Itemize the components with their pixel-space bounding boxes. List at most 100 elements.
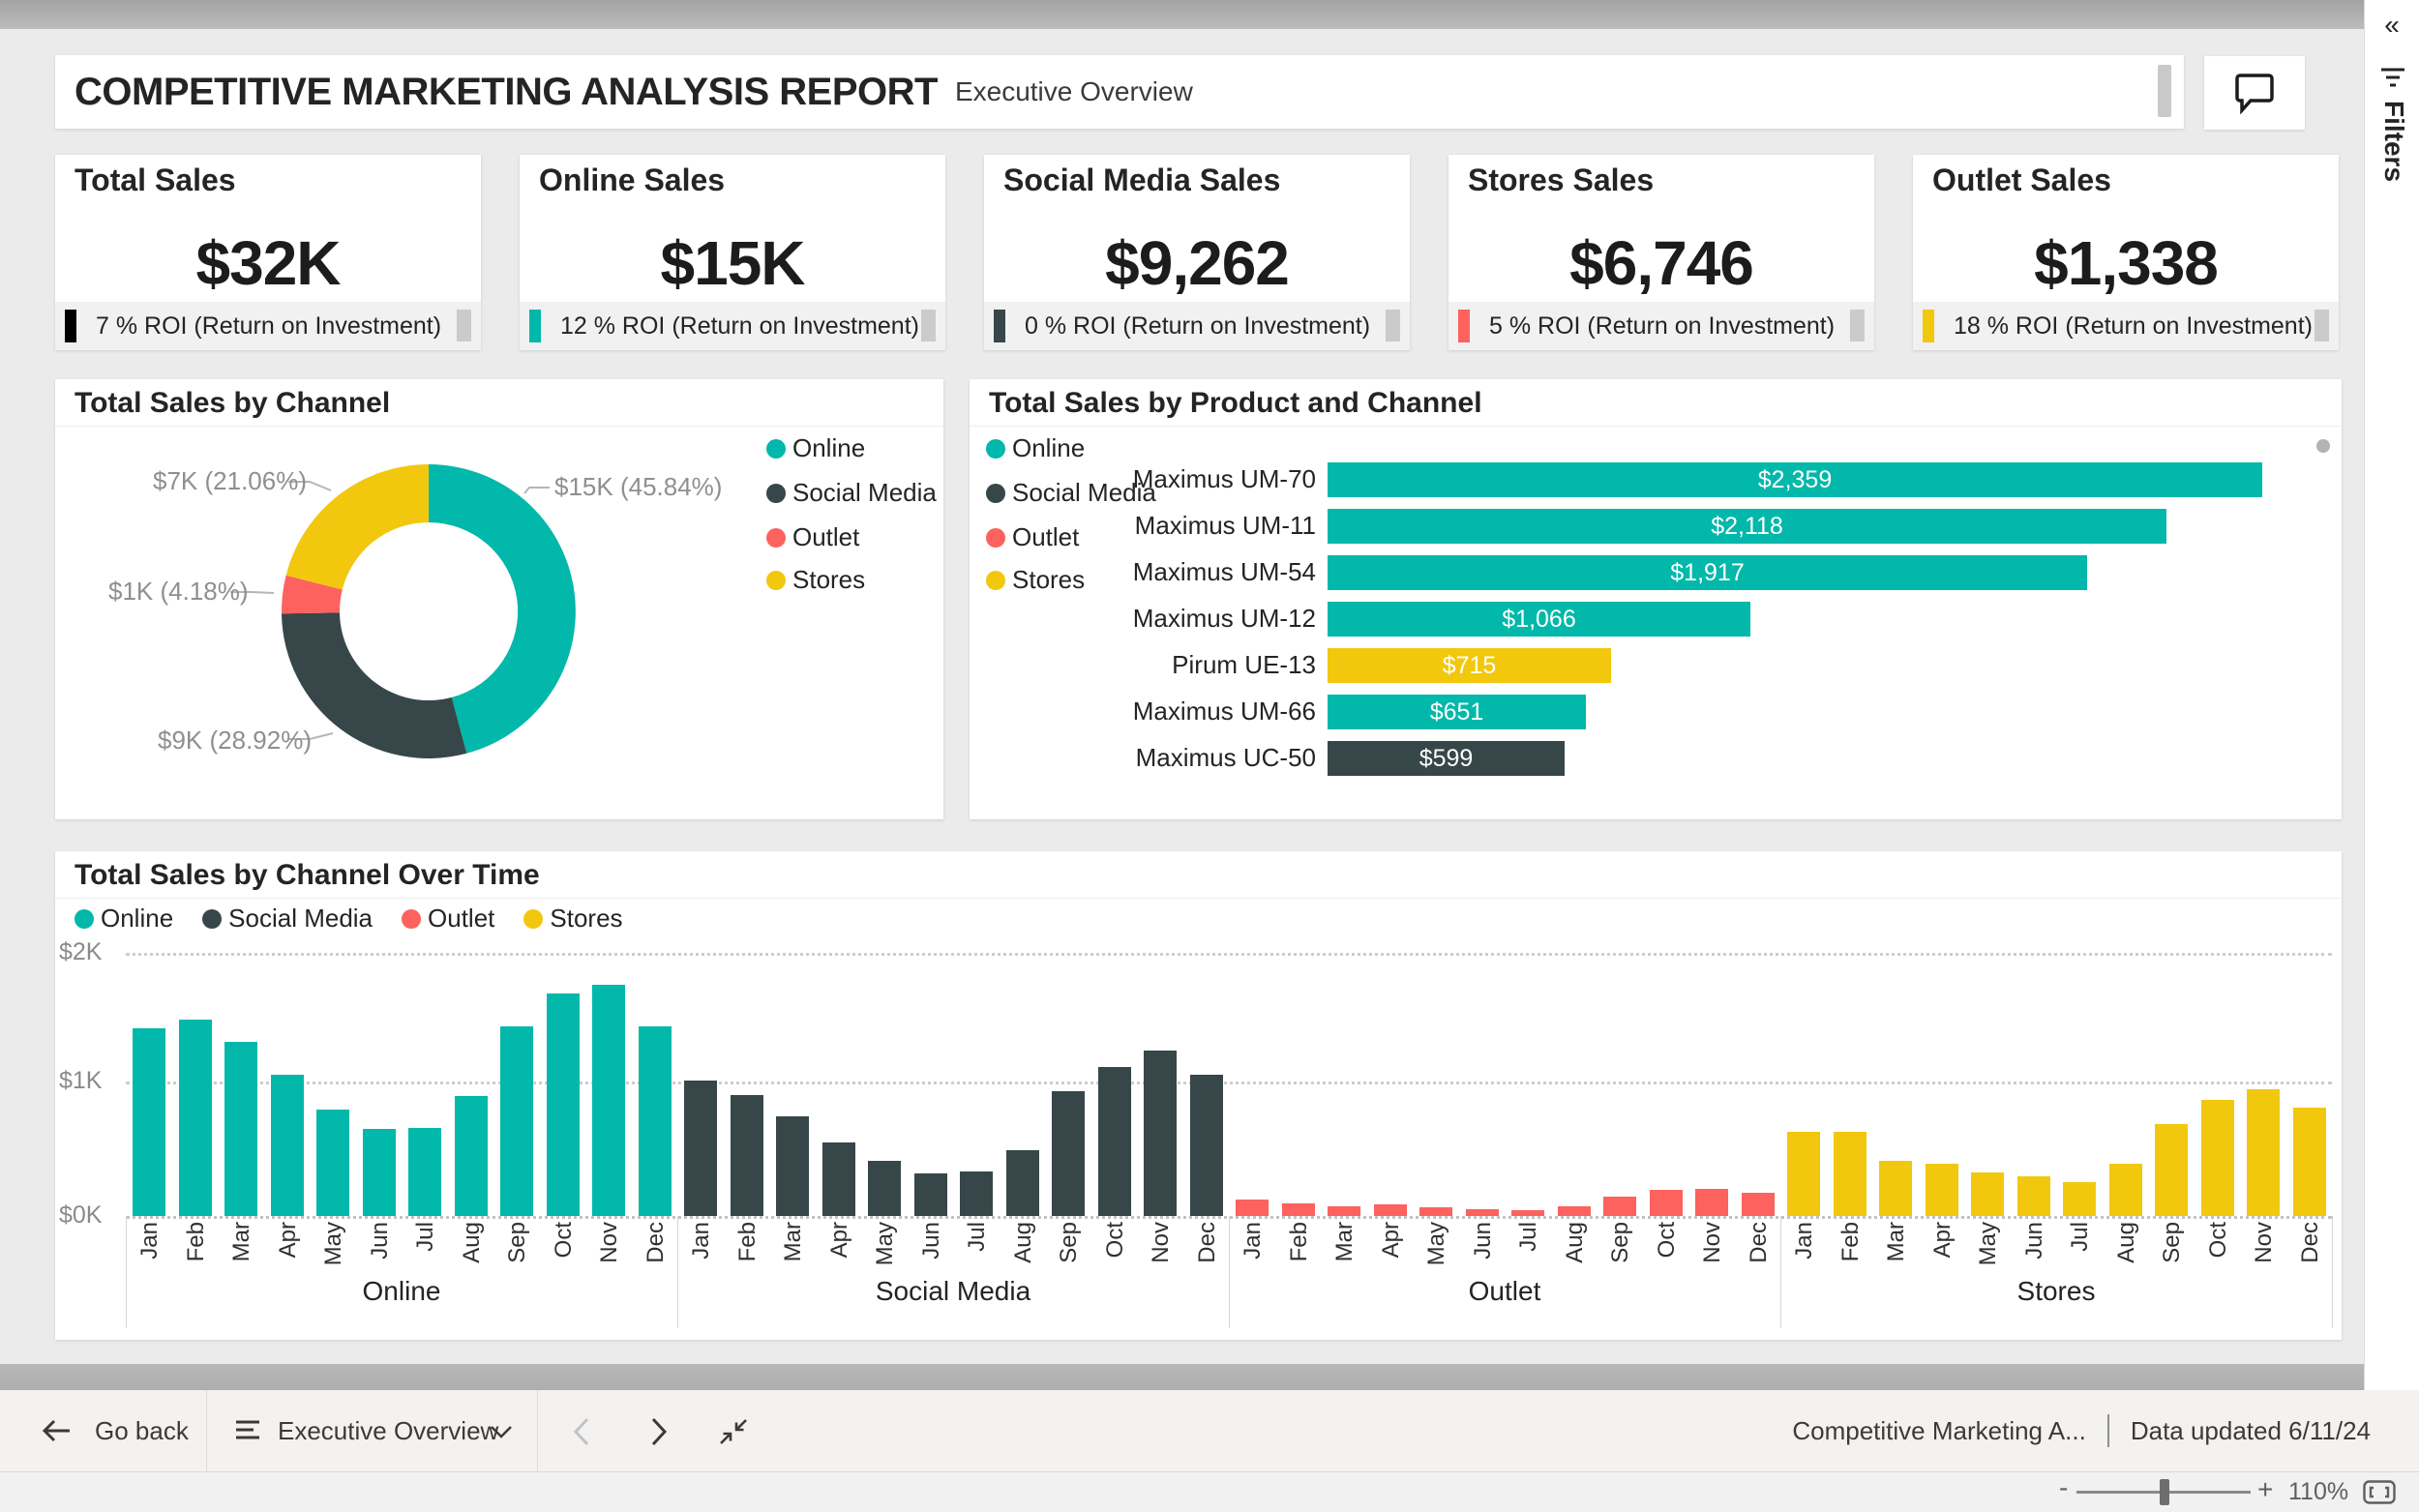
filter-icon[interactable] (2379, 66, 2406, 91)
column-bar-stores-feb[interactable] (1833, 1132, 1867, 1216)
kpi-card-outlet-sales[interactable]: Outlet Sales $1,338 18 % ROI (Return on … (1913, 155, 2339, 350)
column-bar-stores-sep[interactable] (2155, 1124, 2188, 1216)
legend-item-online[interactable]: Online (766, 433, 865, 463)
column-bar-stores-jul[interactable] (2063, 1182, 2096, 1216)
mini-scrollbar[interactable] (1386, 310, 1400, 341)
horizontal-scrollbar[interactable] (0, 1364, 2364, 1390)
kpi-card-online-sales[interactable]: Online Sales $15K 12 % ROI (Return on In… (520, 155, 945, 350)
product-bar-maximus-um-54[interactable]: $1,917 (1328, 555, 2087, 590)
column-bar-online-feb[interactable] (178, 1020, 212, 1216)
column-bar-stores-dec[interactable] (2292, 1108, 2326, 1216)
x-tick-label: Feb (1837, 1222, 1864, 1262)
column-bar-online-aug[interactable] (454, 1096, 488, 1216)
column-bar-outlet-jul[interactable] (1511, 1210, 1544, 1216)
column-bar-social-media-mar[interactable] (776, 1116, 809, 1216)
x-tick-label: Aug (458, 1222, 485, 1263)
comments-button[interactable] (2204, 56, 2305, 130)
column-bar-online-nov[interactable] (592, 985, 625, 1216)
chevron-down-icon[interactable] (490, 1425, 513, 1438)
product-bar-maximus-uc-50[interactable]: $599 (1328, 741, 1565, 776)
group-separator (677, 1216, 678, 1328)
column-bar-social-media-sep[interactable] (1052, 1091, 1085, 1216)
column-bar-social-media-jan[interactable] (684, 1081, 717, 1216)
column-bar-social-media-oct[interactable] (1097, 1067, 1131, 1216)
kpi-card-stores-sales[interactable]: Stores Sales $6,746 5 % ROI (Return on I… (1448, 155, 1874, 350)
page-selector[interactable]: Executive Overview (278, 1390, 498, 1471)
mini-scrollbar[interactable] (921, 310, 936, 341)
column-bar-online-oct[interactable] (546, 993, 580, 1216)
column-bar-social-media-apr[interactable] (821, 1142, 855, 1216)
kpi-card-total-sales[interactable]: Total Sales $32K 7 % ROI (Return on Inve… (55, 155, 481, 350)
fit-to-page-icon[interactable] (2363, 1480, 2396, 1504)
column-bar-stores-mar[interactable] (1879, 1161, 1912, 1216)
column-bar-online-jul[interactable] (408, 1128, 441, 1216)
x-tick-label: Jun (366, 1222, 393, 1260)
legend-swatch (402, 908, 422, 929)
column-bar-online-apr[interactable] (270, 1075, 304, 1216)
column-bar-outlet-mar[interactable] (1328, 1206, 1360, 1216)
legend-item-stores[interactable]: Stores (523, 904, 623, 934)
legend-item-stores[interactable]: Stores (766, 565, 865, 595)
column-bar-social-media-jul[interactable] (960, 1171, 993, 1216)
column-bar-outlet-jan[interactable] (1236, 1200, 1269, 1216)
column-bar-online-mar[interactable] (224, 1042, 257, 1216)
column-bar-social-media-may[interactable] (868, 1161, 901, 1216)
product-bar-pirum-ue-13[interactable]: $715 (1328, 648, 1611, 683)
chart-scrollbar[interactable] (2316, 439, 2330, 453)
column-bar-online-sep[interactable] (500, 1026, 533, 1216)
legend-item-social-media[interactable]: Social Media (202, 904, 373, 934)
product-bar-maximus-um-70[interactable]: $2,359 (1328, 462, 2262, 497)
column-bar-stores-may[interactable] (1971, 1172, 2004, 1216)
legend-item-social-media[interactable]: Social Media (766, 478, 937, 508)
legend-item-outlet[interactable]: Outlet (402, 904, 494, 934)
next-page-chevron[interactable] (650, 1417, 668, 1446)
back-arrow-icon[interactable] (41, 1417, 74, 1444)
legend-item-outlet[interactable]: Outlet (766, 522, 859, 552)
mini-scrollbar[interactable] (2314, 310, 2329, 341)
zoom-slider-thumb[interactable] (2160, 1479, 2169, 1505)
column-bar-outlet-may[interactable] (1419, 1207, 1452, 1216)
column-bar-outlet-apr[interactable] (1373, 1204, 1407, 1216)
column-bar-stores-oct[interactable] (2200, 1100, 2234, 1216)
column-bar-online-may[interactable] (316, 1110, 349, 1216)
donut-slice-stores[interactable] (285, 464, 429, 590)
collapse-view-icon[interactable] (718, 1417, 749, 1446)
mini-scrollbar[interactable] (1850, 310, 1865, 341)
column-bar-online-jan[interactable] (133, 1028, 165, 1216)
header-scrollbar[interactable] (2158, 65, 2171, 117)
column-bar-outlet-jun[interactable] (1465, 1209, 1499, 1216)
column-bar-stores-apr[interactable] (1925, 1164, 1958, 1216)
column-bar-outlet-dec[interactable] (1741, 1193, 1775, 1216)
top-scrollbar[interactable] (0, 0, 2364, 29)
product-bar-maximus-um-11[interactable]: $2,118 (1328, 509, 2166, 544)
zoom-out-button[interactable]: - (2059, 1472, 2068, 1503)
column-bar-social-media-aug[interactable] (1005, 1150, 1039, 1216)
column-bar-online-jun[interactable] (362, 1129, 396, 1216)
column-bar-social-media-nov[interactable] (1144, 1051, 1177, 1216)
column-bar-online-dec[interactable] (638, 1026, 672, 1216)
column-bar-stores-aug[interactable] (2108, 1164, 2142, 1216)
page-list-icon[interactable] (235, 1419, 260, 1442)
column-bar-social-media-jun[interactable] (913, 1173, 947, 1216)
column-bar-outlet-oct[interactable] (1649, 1190, 1683, 1216)
kpi-card-social-media-sales[interactable]: Social Media Sales $9,262 0 % ROI (Retur… (984, 155, 1410, 350)
go-back-button[interactable]: Go back (95, 1390, 189, 1471)
column-bar-outlet-nov[interactable] (1695, 1189, 1728, 1216)
column-bar-outlet-sep[interactable] (1603, 1197, 1636, 1216)
zoom-in-button[interactable]: + (2257, 1474, 2273, 1505)
column-bar-social-media-feb[interactable] (730, 1095, 763, 1216)
expand-filters-icon[interactable]: « (2365, 10, 2419, 41)
mini-scrollbar[interactable] (457, 310, 471, 341)
column-bar-outlet-aug[interactable] (1557, 1206, 1591, 1216)
product-bar-maximus-um-66[interactable]: $651 (1328, 695, 1586, 729)
column-bar-stores-nov[interactable] (2247, 1089, 2280, 1216)
zoom-level: 110% (2288, 1478, 2349, 1505)
previous-page-chevron[interactable] (573, 1417, 590, 1446)
column-bar-stores-jan[interactable] (1787, 1132, 1820, 1216)
column-bar-stores-jun[interactable] (2016, 1176, 2050, 1216)
legend-item-online[interactable]: Online (986, 433, 1085, 463)
column-bar-social-media-dec[interactable] (1189, 1075, 1223, 1216)
legend-item-online[interactable]: Online (75, 904, 173, 934)
column-bar-outlet-feb[interactable] (1281, 1203, 1315, 1216)
product-bar-maximus-um-12[interactable]: $1,066 (1328, 602, 1750, 637)
